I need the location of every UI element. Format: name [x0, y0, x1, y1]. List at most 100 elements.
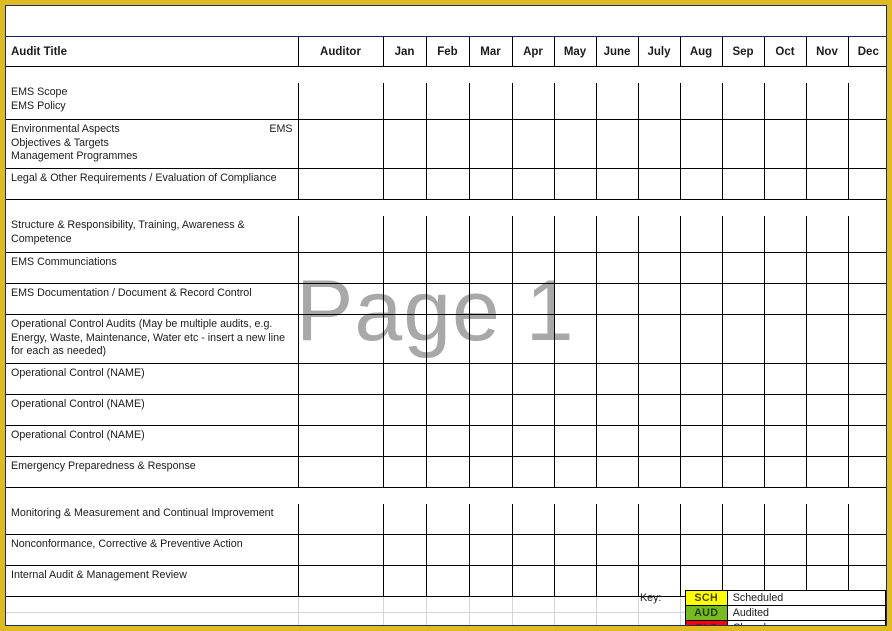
schedule-cell[interactable] — [595, 504, 639, 535]
schedule-cell[interactable] — [553, 394, 597, 426]
schedule-cell[interactable] — [595, 119, 639, 169]
schedule-cell[interactable] — [637, 252, 681, 284]
empty-audit-title-cell[interactable] — [6, 612, 299, 625]
audit-title-cell[interactable]: Nonconformance, Corrective & Preventive … — [6, 534, 299, 566]
empty-schedule-cell[interactable] — [468, 596, 513, 613]
schedule-cell[interactable] — [805, 83, 849, 120]
schedule-cell[interactable] — [382, 314, 427, 364]
schedule-cell[interactable] — [553, 119, 597, 169]
schedule-cell[interactable] — [468, 314, 513, 364]
schedule-cell[interactable] — [425, 283, 470, 315]
schedule-cell[interactable] — [721, 314, 765, 364]
schedule-cell[interactable] — [679, 83, 723, 120]
audit-title-cell[interactable]: EMS Scope EMS Policy — [6, 83, 299, 120]
schedule-cell[interactable] — [721, 119, 765, 169]
schedule-cell[interactable] — [425, 394, 470, 426]
schedule-cell[interactable] — [468, 394, 513, 426]
schedule-cell[interactable] — [511, 394, 555, 426]
audit-title-cell[interactable]: Internal Audit & Management Review — [6, 565, 299, 597]
schedule-cell[interactable] — [679, 363, 723, 395]
schedule-cell[interactable] — [382, 425, 427, 457]
schedule-cell[interactable] — [637, 504, 681, 535]
audit-title-cell[interactable]: EMS Communciations — [6, 252, 299, 284]
schedule-cell[interactable] — [468, 168, 513, 200]
schedule-cell[interactable] — [425, 119, 470, 169]
schedule-cell[interactable] — [679, 216, 723, 253]
schedule-cell[interactable] — [511, 252, 555, 284]
schedule-cell[interactable] — [425, 216, 470, 253]
schedule-cell[interactable] — [763, 504, 807, 535]
schedule-cell[interactable] — [553, 283, 597, 315]
schedule-cell[interactable] — [763, 363, 807, 395]
schedule-cell[interactable] — [425, 252, 470, 284]
schedule-cell[interactable] — [679, 456, 723, 488]
schedule-cell[interactable] — [425, 456, 470, 488]
schedule-cell[interactable] — [595, 534, 639, 566]
schedule-cell[interactable] — [637, 363, 681, 395]
schedule-cell[interactable] — [805, 504, 849, 535]
schedule-cell[interactable] — [553, 216, 597, 253]
schedule-cell[interactable] — [382, 168, 427, 200]
schedule-cell[interactable] — [382, 252, 427, 284]
schedule-cell[interactable] — [468, 83, 513, 120]
schedule-cell[interactable] — [847, 216, 886, 253]
schedule-cell[interactable] — [847, 425, 886, 457]
schedule-cell[interactable] — [511, 216, 555, 253]
schedule-cell[interactable] — [805, 119, 849, 169]
schedule-cell[interactable] — [297, 314, 384, 364]
schedule-cell[interactable] — [553, 363, 597, 395]
schedule-cell[interactable] — [511, 283, 555, 315]
schedule-cell[interactable] — [763, 314, 807, 364]
schedule-cell[interactable] — [468, 565, 513, 597]
schedule-cell[interactable] — [382, 394, 427, 426]
schedule-cell[interactable] — [511, 83, 555, 120]
schedule-cell[interactable] — [721, 216, 765, 253]
schedule-cell[interactable] — [721, 534, 765, 566]
schedule-cell[interactable] — [847, 504, 886, 535]
schedule-cell[interactable] — [511, 504, 555, 535]
audit-title-cell[interactable]: Legal & Other Requirements / Evaluation … — [6, 168, 299, 200]
schedule-cell[interactable] — [847, 83, 886, 120]
empty-schedule-cell[interactable] — [468, 612, 513, 625]
audit-title-cell[interactable]: Operational Control (NAME) — [6, 363, 299, 395]
schedule-cell[interactable] — [297, 394, 384, 426]
audit-title-cell[interactable]: Operational Control (NAME) — [6, 394, 299, 426]
schedule-cell[interactable] — [553, 168, 597, 200]
schedule-cell[interactable] — [595, 168, 639, 200]
schedule-cell[interactable] — [468, 534, 513, 566]
schedule-cell[interactable] — [847, 363, 886, 395]
empty-schedule-cell[interactable] — [553, 612, 597, 625]
schedule-cell[interactable] — [847, 283, 886, 315]
schedule-cell[interactable] — [553, 456, 597, 488]
schedule-cell[interactable] — [637, 216, 681, 253]
schedule-cell[interactable] — [763, 394, 807, 426]
schedule-cell[interactable] — [297, 283, 384, 315]
schedule-cell[interactable] — [763, 252, 807, 284]
audit-title-cell[interactable]: EMS Documentation / Document & Record Co… — [6, 283, 299, 315]
schedule-cell[interactable] — [553, 252, 597, 284]
schedule-cell[interactable] — [553, 314, 597, 364]
schedule-cell[interactable] — [763, 456, 807, 488]
schedule-cell[interactable] — [425, 314, 470, 364]
schedule-cell[interactable] — [468, 252, 513, 284]
audit-title-cell[interactable]: Operational Control (NAME) — [6, 425, 299, 457]
schedule-cell[interactable] — [595, 314, 639, 364]
schedule-cell[interactable] — [468, 425, 513, 457]
empty-schedule-cell[interactable] — [382, 596, 427, 613]
schedule-cell[interactable] — [721, 456, 765, 488]
audit-title-cell[interactable]: Structure & Responsibility, Training, Aw… — [6, 216, 299, 253]
schedule-cell[interactable] — [468, 363, 513, 395]
schedule-cell[interactable] — [763, 283, 807, 315]
schedule-cell[interactable] — [637, 425, 681, 457]
schedule-cell[interactable] — [595, 83, 639, 120]
schedule-cell[interactable] — [297, 83, 384, 120]
schedule-cell[interactable] — [297, 456, 384, 488]
schedule-cell[interactable] — [382, 119, 427, 169]
schedule-cell[interactable] — [847, 119, 886, 169]
schedule-cell[interactable] — [721, 252, 765, 284]
schedule-cell[interactable] — [805, 363, 849, 395]
schedule-cell[interactable] — [511, 456, 555, 488]
schedule-cell[interactable] — [595, 363, 639, 395]
schedule-cell[interactable] — [425, 168, 470, 200]
schedule-cell[interactable] — [595, 565, 639, 597]
